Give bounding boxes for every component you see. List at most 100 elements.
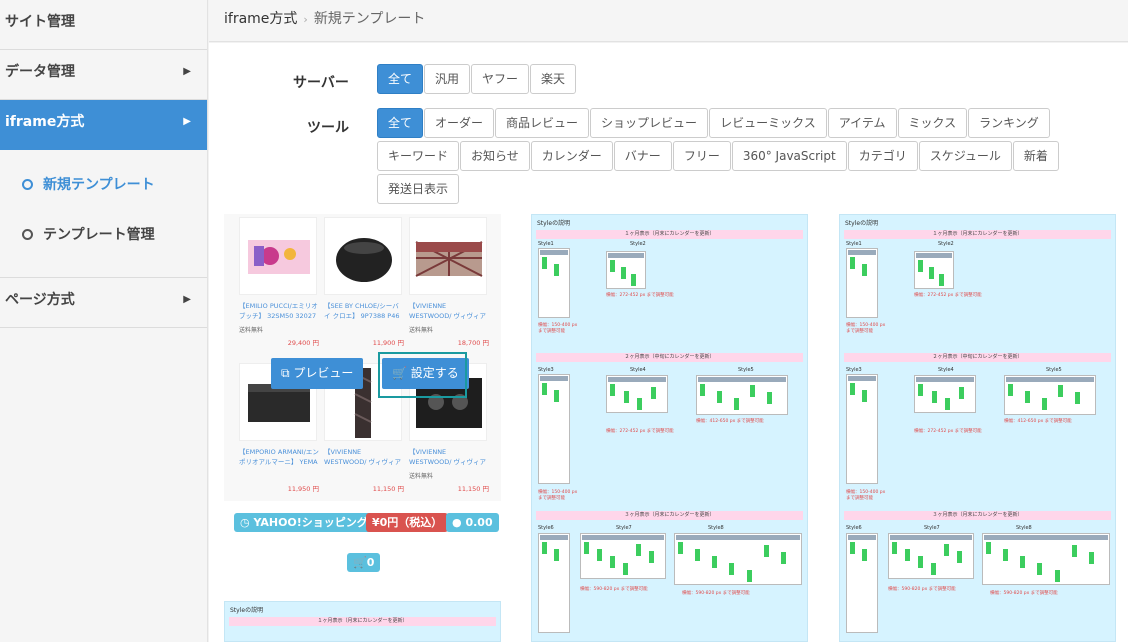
product-name[interactable]: 【EMPORIO ARMANI/エン ポリオアルマーニ】 YEMA bbox=[239, 447, 319, 467]
product-item: 【EMILIO PUCCI/エミリオ ブッチ】 32SM50 32027 送料無… bbox=[239, 217, 319, 347]
template-card[interactable]: 【EMILIO PUCCI/エミリオ ブッチ】 32SM50 32027 送料無… bbox=[224, 214, 501, 501]
sidebar: サイト管理 データ管理 ▶ iframe方式 ▶ 新規テンプレート テンプレート… bbox=[0, 0, 208, 642]
tool-filter-button[interactable]: スケジュール bbox=[918, 141, 1012, 171]
calendar-header bbox=[676, 535, 800, 540]
product-name[interactable]: 【EMILIO PUCCI/エミリオ ブッチ】 32SM50 32027 bbox=[239, 301, 319, 321]
cart-badge-value: 0 bbox=[366, 556, 375, 569]
tool-filter-button[interactable]: 新着 bbox=[1012, 141, 1059, 171]
tool-filter-button[interactable]: お知らせ bbox=[460, 141, 530, 171]
calendar-cell-highlight bbox=[636, 544, 641, 556]
style-label: Style3 bbox=[846, 367, 862, 373]
calendar-thumbnail bbox=[846, 248, 878, 318]
external-link-icon: ⧉ bbox=[281, 366, 290, 380]
calendar-cell-highlight bbox=[1054, 570, 1060, 582]
style-label: Style3 bbox=[538, 367, 554, 373]
calendar-cell-highlight bbox=[928, 267, 934, 279]
style-label: Style1 bbox=[538, 241, 554, 247]
main-content: サーバー 全て 汎用 ヤフー 楽天 ツール 全て オーダー 商品レビュー ショップレビューレ… bbox=[209, 43, 1128, 642]
product-image bbox=[324, 217, 402, 295]
style-note: 横幅：590-820 px まで調整可能 bbox=[682, 591, 750, 596]
tool-filter-button[interactable]: オーダー bbox=[424, 108, 495, 138]
tool-filter-button[interactable]: 商品レビュー bbox=[495, 108, 590, 138]
sidebar-item-data-management[interactable]: データ管理 ▶ bbox=[0, 50, 207, 100]
clock-icon: ◷ bbox=[240, 516, 250, 529]
server-filter-button[interactable]: ヤフー bbox=[471, 64, 530, 94]
tool-filter-button[interactable]: フリー bbox=[672, 141, 731, 171]
server-filter-group: 全て 汎用 ヤフー 楽天 bbox=[377, 64, 937, 97]
product-shipping: 送料無料 bbox=[239, 327, 264, 334]
sidebar-item-site-management[interactable]: サイト管理 bbox=[0, 0, 207, 50]
calendar-cell-highlight bbox=[1003, 549, 1009, 561]
server-filter-button[interactable]: 汎用 bbox=[424, 64, 471, 94]
calendar-preview-card[interactable]: Styleの説明 １ヶ月表示（月末にカレンダーを更新） Style1 Style2 横幅… bbox=[839, 214, 1116, 642]
tool-filter-button[interactable]: レビューミックス bbox=[709, 108, 827, 138]
calendar-cell-highlight bbox=[554, 549, 559, 561]
calendar-thumbnail bbox=[846, 374, 878, 484]
tool-filter-button[interactable]: カテゴリ bbox=[847, 141, 918, 171]
calendar-cell-highlight bbox=[1037, 563, 1043, 575]
calendar-cell-highlight bbox=[610, 556, 615, 568]
style-label: Style7 bbox=[924, 525, 940, 531]
calendar-cell-highlight bbox=[1041, 398, 1047, 410]
style-label: Style8 bbox=[708, 525, 724, 531]
tool-filter-button[interactable]: バナー bbox=[613, 141, 672, 171]
style-note: 横幅：272-452 px まで調整可能 bbox=[606, 429, 674, 434]
chevron-right-icon: ▶ bbox=[183, 116, 191, 127]
shop-badge: ◷ YAHOO!ショッピング bbox=[234, 513, 374, 532]
calendar-preview-card[interactable]: Styleの説明 １ヶ月表示（月末にカレンダーを更新） bbox=[224, 601, 501, 642]
calendar-cell-highlight bbox=[767, 392, 773, 404]
calendar-thumbnail bbox=[606, 251, 646, 289]
product-name[interactable]: 【VIVIENNE WESTWOOD/ ヴィヴィアンウエストウッ bbox=[409, 301, 489, 321]
sidebar-subitem-new-template[interactable]: 新規テンプレート bbox=[0, 163, 207, 213]
product-price: 11,150 円 bbox=[457, 485, 489, 493]
calendar-header bbox=[698, 377, 786, 382]
comment-badge-value: 0.00 bbox=[465, 516, 493, 529]
server-filter-label: サーバー bbox=[293, 75, 349, 91]
preview-button[interactable]: ⧉ プレビュー bbox=[271, 358, 364, 389]
tool-filter-button[interactable]: キーワード bbox=[377, 141, 460, 171]
calendar-cell-highlight bbox=[542, 542, 547, 554]
sidebar-subitem-template-management[interactable]: テンプレート管理 bbox=[0, 213, 207, 263]
breadcrumb-parent[interactable]: iframe方式 bbox=[224, 11, 297, 27]
calendar-header bbox=[890, 535, 972, 540]
calendar-header bbox=[848, 535, 876, 540]
calendar-preview-card[interactable]: Styleの説明 １ヶ月表示（月末にカレンダーを更新） Style1 Style2 横幅… bbox=[531, 214, 808, 642]
preview-heading: Styleの説明 bbox=[845, 220, 879, 227]
sidebar-submenu: 新規テンプレート テンプレート管理 bbox=[0, 150, 207, 278]
style-label: Style1 bbox=[846, 241, 862, 247]
server-filter-button[interactable]: 楽天 bbox=[530, 64, 577, 94]
tool-filter-button[interactable]: 360° JavaScript bbox=[731, 141, 847, 171]
tool-filter-button[interactable]: ミックス bbox=[897, 108, 968, 138]
tool-filter-button[interactable]: カレンダー bbox=[530, 141, 613, 171]
calendar-cell-highlight bbox=[986, 542, 991, 554]
product-name[interactable]: 【VIVIENNE WESTWOOD/ ヴィヴィアンウエストウッ bbox=[409, 447, 489, 467]
product-item: 【SEE BY CHLOE/シーバイ クロエ】 9P7388 P46 Pd 11… bbox=[324, 217, 404, 347]
preview-heading: Styleの説明 bbox=[230, 607, 264, 614]
cart-badge: 🛒0 bbox=[347, 553, 381, 572]
product-image bbox=[239, 217, 317, 295]
calendar-cell-highlight bbox=[610, 260, 615, 272]
style-label: Style4 bbox=[630, 367, 646, 373]
tool-filter-button[interactable]: ショップレビュー bbox=[590, 108, 709, 138]
calendar-thumbnail bbox=[696, 375, 788, 415]
calendar-thumbnail bbox=[982, 533, 1110, 585]
sidebar-item-page-method[interactable]: ページ方式 ▶ bbox=[0, 278, 207, 328]
calendar-thumbnail bbox=[538, 533, 570, 633]
calendar-cell-highlight bbox=[631, 274, 637, 286]
style-label: Style7 bbox=[616, 525, 632, 531]
sidebar-item-iframe[interactable]: iframe方式 ▶ bbox=[0, 100, 207, 150]
calendar-thumbnail bbox=[1004, 375, 1096, 415]
server-filter-button[interactable]: 全て bbox=[377, 64, 424, 94]
calendar-cell-highlight bbox=[892, 542, 897, 554]
tool-filter-button[interactable]: 全て bbox=[377, 108, 424, 138]
preview-section-band: ３ヶ月表示（月末にカレンダーを更新） bbox=[844, 511, 1111, 520]
tool-filter-button[interactable]: アイテム bbox=[827, 108, 897, 138]
style-note: 横幅：272-452 px まで調整可能 bbox=[606, 293, 674, 298]
product-price: 11,900 円 bbox=[372, 339, 404, 347]
style-note: 横幅：272-452 px まで調整可能 bbox=[914, 429, 982, 434]
product-name[interactable]: 【VIVIENNE WESTWOOD/ ヴィヴィアンウエストウッ bbox=[324, 447, 404, 467]
tool-filter-button[interactable]: ランキング bbox=[968, 108, 1050, 138]
tool-filter-button[interactable]: 発送日表示 bbox=[377, 174, 460, 204]
calendar-cell-highlight bbox=[542, 257, 547, 269]
product-name[interactable]: 【SEE BY CHLOE/シーバイ クロエ】 9P7388 P46 Pd bbox=[324, 301, 404, 321]
